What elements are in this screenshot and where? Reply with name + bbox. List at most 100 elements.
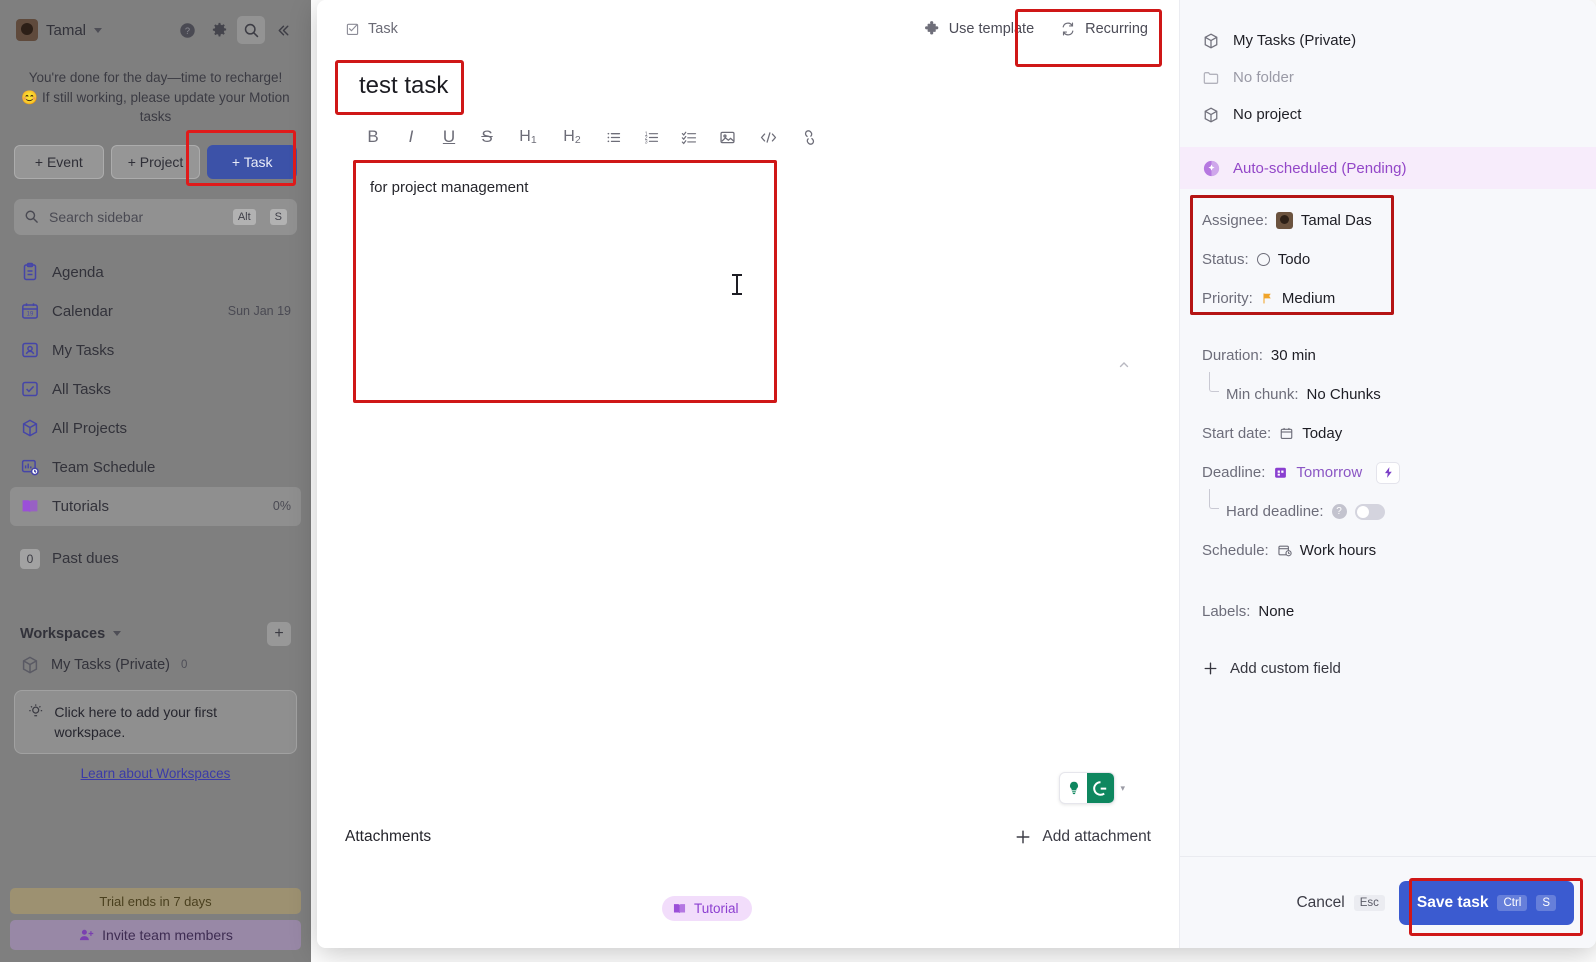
cube-icon (1204, 106, 1218, 123)
add-custom-field-button[interactable]: Add custom field (1180, 649, 1596, 687)
cube-icon (1204, 32, 1218, 49)
task-description-input[interactable]: for project management (353, 160, 777, 403)
collapse-description-icon[interactable] (1118, 358, 1130, 370)
field-assignee[interactable]: Assignee: Tamal Das (1202, 201, 1574, 240)
search-icon[interactable] (237, 16, 265, 44)
grammarly-widget[interactable]: ▾ (1059, 772, 1125, 804)
help-icon[interactable]: ? (1331, 504, 1347, 519)
add-custom-field-label: Add custom field (1230, 659, 1341, 677)
detail-project[interactable]: No project (1180, 96, 1596, 133)
field-deadline-value: Tomorrow (1296, 464, 1363, 481)
workspace-tip[interactable]: Click here to add your first workspace. (14, 689, 297, 754)
field-status[interactable]: Status: Todo (1202, 240, 1574, 279)
link-icon[interactable] (793, 122, 825, 152)
heading-2-icon[interactable]: H2 (553, 122, 591, 152)
detail-workspace[interactable]: My Tasks (Private) (1180, 22, 1596, 59)
past-dues-row[interactable]: 0 Past dues (0, 540, 311, 578)
sidebar-item-all-tasks[interactable]: All Tasks (10, 370, 301, 409)
avatar[interactable] (16, 19, 38, 41)
sidebar-item-my-tasks[interactable]: My Tasks (10, 331, 301, 370)
add-event-button[interactable]: + Event (14, 144, 104, 179)
field-start-date-key: Start date: (1202, 425, 1272, 442)
tutorial-chip[interactable]: Tutorial (662, 896, 752, 921)
bullet-list-icon[interactable] (597, 122, 629, 152)
sidebar-item-team-schedule[interactable]: Team Schedule (10, 448, 301, 487)
search-shortcut-key: S (269, 208, 287, 225)
add-workspace-button[interactable]: + (267, 621, 291, 646)
field-priority[interactable]: Priority: Medium (1202, 279, 1574, 318)
sidebar-item-label: Agenda (52, 263, 104, 281)
task-modal-header: Task Use template Recurring (317, 0, 1179, 67)
chevron-down-icon[interactable] (94, 27, 103, 33)
assignee-avatar (1275, 212, 1293, 229)
add-attachment-button[interactable]: Add attachment (1014, 828, 1151, 846)
sidebar-item-all-projects[interactable]: All Projects (10, 409, 301, 448)
task-check-icon (346, 23, 359, 35)
workspace-item-my-tasks[interactable]: My Tasks (Private) 0 (0, 648, 311, 682)
add-task-button[interactable]: + Task (207, 144, 298, 179)
cancel-button[interactable]: Cancel Esc (1296, 894, 1385, 912)
detail-folder[interactable]: No folder (1180, 59, 1596, 96)
save-shortcut-key: S (1536, 894, 1556, 911)
hard-deadline-toggle[interactable] (1354, 503, 1385, 520)
save-task-button[interactable]: Save task Ctrl S (1398, 880, 1574, 925)
italic-icon[interactable]: I (395, 122, 427, 152)
chevron-down-icon[interactable] (113, 631, 122, 636)
auto-schedule-status[interactable]: Auto-scheduled (Pending) (1180, 147, 1596, 189)
grammarly-suggestion-icon[interactable] (1060, 773, 1087, 803)
task-modal-footer: Cancel Esc Save task Ctrl S (1180, 856, 1596, 948)
user-name[interactable]: Tamal (46, 22, 86, 39)
trial-banner[interactable]: Trial ends in 7 days (10, 888, 301, 914)
heading-1-icon[interactable]: H1 (509, 122, 547, 152)
collapse-sidebar-icon[interactable] (269, 16, 297, 44)
checklist-icon[interactable] (673, 122, 705, 152)
deadline-auto-flash-button[interactable] (1376, 461, 1401, 484)
numbered-list-icon[interactable]: 123 (635, 122, 667, 152)
recurring-button[interactable]: Recurring (1047, 14, 1161, 44)
task-modal: Task Use template Recurring test task B … (317, 0, 1596, 948)
bold-icon[interactable]: B (357, 122, 389, 152)
field-labels-value: None (1258, 603, 1295, 620)
field-assignee-key: Assignee: (1202, 212, 1268, 229)
task-type-indicator: Task (345, 21, 398, 37)
sidebar-footer: Trial ends in 7 days Invite team members (0, 888, 311, 962)
past-dues-count: 0 (20, 548, 40, 569)
auto-schedule-label: Auto-scheduled (Pending) (1233, 159, 1407, 177)
search-input[interactable]: Search sidebar Alt S (14, 198, 297, 235)
field-start-date[interactable]: Start date: Today (1202, 414, 1574, 453)
image-icon[interactable] (711, 122, 743, 152)
code-icon[interactable] (749, 122, 787, 152)
help-icon[interactable]: ? (173, 16, 201, 44)
sidebar-item-tutorials[interactable]: Tutorials 0% (10, 486, 301, 526)
field-deadline[interactable]: Deadline: Tomorrow (1202, 453, 1574, 492)
field-min-chunk[interactable]: Min chunk: No Chunks (1202, 372, 1574, 414)
field-hard-deadline[interactable]: Hard deadline: ? (1202, 489, 1574, 531)
lightbulb-icon (29, 703, 43, 716)
plus-icon (1016, 830, 1030, 844)
sidebar-item-calendar[interactable]: 19 Calendar Sun Jan 19 (10, 292, 301, 331)
field-duration[interactable]: Duration: 30 min (1202, 336, 1574, 375)
invite-label: Invite team members (102, 927, 233, 943)
workspaces-title: Workspaces (20, 625, 106, 642)
search-placeholder: Search sidebar (49, 208, 144, 225)
past-dues-label: Past dues (52, 550, 119, 567)
chevron-down-icon[interactable]: ▾ (1120, 783, 1125, 794)
add-project-button[interactable]: + Project (110, 144, 201, 179)
gear-icon[interactable] (205, 16, 233, 44)
strikethrough-icon[interactable]: S (471, 122, 503, 152)
field-schedule[interactable]: Schedule: Work hours (1202, 531, 1574, 570)
workspace-count: 0 (180, 658, 188, 671)
use-template-button[interactable]: Use template (911, 14, 1047, 44)
underline-icon[interactable]: U (433, 122, 465, 152)
cube-icon (22, 656, 38, 673)
sidebar-item-agenda[interactable]: Agenda (10, 253, 301, 292)
invite-team-members-button[interactable]: Invite team members (10, 920, 301, 950)
grammarly-logo[interactable] (1087, 773, 1115, 803)
learn-about-workspaces-link[interactable]: Learn about Workspaces (0, 766, 311, 781)
clipboard-icon (23, 262, 37, 281)
field-labels[interactable]: Labels: None (1202, 592, 1574, 631)
grammarly-box[interactable] (1059, 772, 1116, 804)
svg-text:19: 19 (27, 312, 34, 318)
task-title-input[interactable]: test task (345, 58, 473, 116)
sidebar-item-label: Team Schedule (52, 458, 156, 476)
